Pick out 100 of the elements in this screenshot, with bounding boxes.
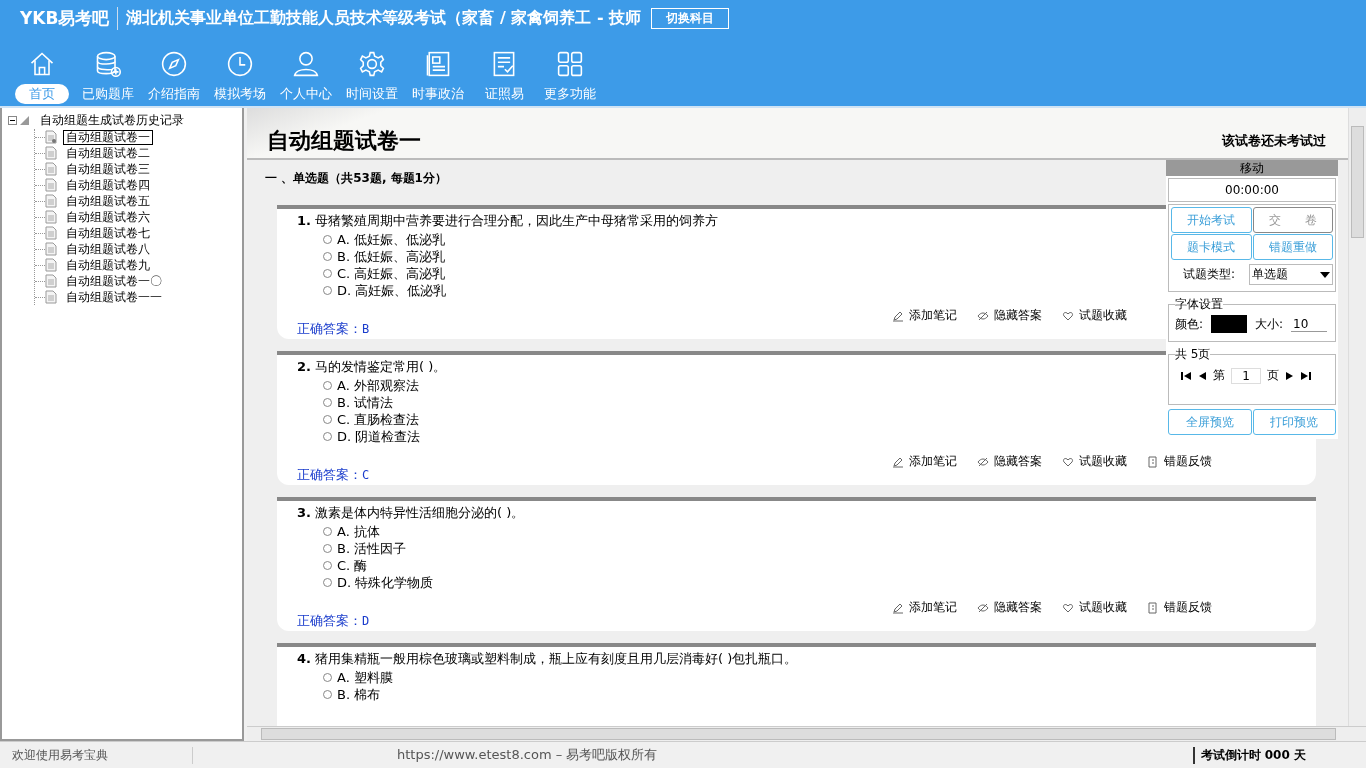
radio-button[interactable] xyxy=(323,269,332,278)
type-label: 试题类型: xyxy=(1183,266,1236,283)
option-label[interactable]: A. 塑料膜 xyxy=(337,668,393,687)
pencil-icon xyxy=(892,455,904,468)
clock-icon[interactable] xyxy=(226,50,254,78)
book-icon xyxy=(1147,601,1159,614)
action-link[interactable]: 添加笔记 xyxy=(909,307,957,324)
action-link[interactable]: 试题收藏 xyxy=(1079,453,1127,470)
pencil-icon xyxy=(892,601,904,614)
question-text: 4. 猪用集精瓶一般用棕色玻璃或塑料制成，瓶上应有刻度且用几层消毒好( )包扎瓶口。 xyxy=(297,650,798,668)
radio-button[interactable] xyxy=(323,398,332,407)
option-label[interactable]: C. 酶 xyxy=(337,556,368,575)
paper-status: 该试卷还未考试过 xyxy=(1222,132,1326,150)
action-link[interactable]: 隐藏答案 xyxy=(994,599,1042,616)
next-page-icon[interactable] xyxy=(1285,370,1295,381)
action-link[interactable]: 添加笔记 xyxy=(909,599,957,616)
correct-answer: 正确答案：B xyxy=(297,320,370,338)
collapse-toggle[interactable] xyxy=(8,116,17,125)
radio-button[interactable] xyxy=(323,544,332,553)
page-field[interactable]: 1 xyxy=(1231,367,1261,384)
tree-item[interactable]: 自动组题试卷八 xyxy=(63,241,153,257)
last-page-icon[interactable] xyxy=(1301,370,1311,381)
tree-item[interactable]: 自动组题试卷六 xyxy=(63,209,153,225)
grid-icon[interactable] xyxy=(556,50,584,78)
tree-item[interactable]: 自动组题试卷一 xyxy=(63,129,153,145)
move-handle[interactable]: 移动 xyxy=(1166,160,1338,176)
section-heading: 一 、单选题（共53题, 每题1分） xyxy=(265,170,447,187)
option-label[interactable]: D. 高妊娠、低泌乳 xyxy=(337,281,447,300)
action-link[interactable]: 错题反馈 xyxy=(1164,453,1212,470)
exam-title: 湖北机关事业单位工勤技能人员技术等级考试（家畜 / 家禽饲养工 - 技师 xyxy=(126,7,642,29)
news-icon[interactable] xyxy=(424,50,452,78)
option-label[interactable]: D. 阴道检查法 xyxy=(337,427,421,446)
tree-item[interactable]: 自动组题试卷三 xyxy=(63,161,153,177)
option-label[interactable]: B. 棉布 xyxy=(337,685,381,704)
tree-item[interactable]: 自动组题试卷一〇 xyxy=(63,273,165,289)
tree-item[interactable]: 自动组题试卷五 xyxy=(63,193,153,209)
option-label[interactable]: C. 直肠检查法 xyxy=(337,410,420,429)
radio-button[interactable] xyxy=(323,415,332,424)
radio-button[interactable] xyxy=(323,578,332,587)
radio-button[interactable] xyxy=(323,286,332,295)
option-label[interactable]: D. 特殊化学物质 xyxy=(337,573,434,592)
action-link[interactable]: 试题收藏 xyxy=(1079,307,1127,324)
option-label[interactable]: B. 活性因子 xyxy=(337,539,407,558)
compass-icon[interactable] xyxy=(160,50,188,78)
radio-button[interactable] xyxy=(323,561,332,570)
radio-button[interactable] xyxy=(323,381,332,390)
radio-button[interactable] xyxy=(323,252,332,261)
color-label: 颜色: xyxy=(1175,315,1204,333)
type-dropdown[interactable]: 单选题 xyxy=(1249,264,1333,285)
action-link[interactable]: 试题收藏 xyxy=(1079,599,1127,616)
person-icon[interactable] xyxy=(292,50,320,78)
tree-item[interactable]: 自动组题试卷四 xyxy=(63,177,153,193)
horizontal-scrollbar[interactable] xyxy=(247,726,1366,741)
tree-root-label[interactable]: 自动组题生成试卷历史记录 xyxy=(40,112,184,129)
option-label[interactable]: B. 低妊娠、高泌乳 xyxy=(337,247,446,266)
action-link[interactable]: 隐藏答案 xyxy=(994,453,1042,470)
page-prefix: 第 xyxy=(1213,367,1225,384)
book-icon xyxy=(1147,455,1159,468)
color-swatch[interactable] xyxy=(1211,315,1248,333)
radio-button[interactable] xyxy=(323,527,332,536)
triangle-icon xyxy=(20,116,29,125)
database-icon[interactable] xyxy=(94,50,122,78)
welcome-text: 欢迎使用易考宝典 xyxy=(0,746,193,764)
tree-item[interactable]: 自动组题试卷一一 xyxy=(63,289,165,305)
option-label[interactable]: B. 试情法 xyxy=(337,393,394,412)
previous-page-icon[interactable] xyxy=(1197,370,1207,381)
eye-icon xyxy=(977,309,989,322)
radio-button[interactable] xyxy=(323,673,332,682)
action-link[interactable]: 错题反馈 xyxy=(1164,599,1212,616)
home-icon[interactable] xyxy=(28,50,56,78)
question-text: 1. 母猪繁殖周期中营养要进行合理分配，因此生产中母猪常采用的饲养方 xyxy=(297,212,719,230)
radio-button[interactable] xyxy=(323,235,332,244)
caret-icon xyxy=(1320,271,1330,278)
option-label[interactable]: A. 低妊娠、低泌乳 xyxy=(337,230,445,249)
option-label[interactable]: A. 外部观察法 xyxy=(337,376,419,395)
vertical-scrollbar[interactable] xyxy=(1348,108,1366,727)
tree-item[interactable]: 自动组题试卷九 xyxy=(63,257,153,273)
countdown-text: 考试倒计时 000 天 xyxy=(1192,746,1306,764)
page-suffix: 页 xyxy=(1267,367,1279,384)
action-link[interactable]: 隐藏答案 xyxy=(994,307,1042,324)
question-text: 2. 马的发情鉴定常用( )。 xyxy=(297,358,447,376)
correct-answer: 正确答案：D xyxy=(297,612,370,630)
tree-item[interactable]: 自动组题试卷七 xyxy=(63,225,153,241)
option-label[interactable]: A. 抗体 xyxy=(337,522,380,541)
timer-display: 00:00:00 xyxy=(1168,178,1336,202)
gear-icon[interactable] xyxy=(358,50,386,78)
action-link[interactable]: 添加笔记 xyxy=(909,453,957,470)
heart-icon xyxy=(1062,601,1074,614)
heart-icon xyxy=(1062,455,1074,468)
first-page-icon[interactable] xyxy=(1181,370,1191,381)
option-label[interactable]: C. 高妊娠、高泌乳 xyxy=(337,264,446,283)
app-logo: YKB易考吧 xyxy=(20,6,119,30)
size-label: 大小: xyxy=(1255,315,1284,333)
radio-button[interactable] xyxy=(323,690,332,699)
font-settings-legend: 字体设置 xyxy=(1175,296,1223,313)
radio-button[interactable] xyxy=(323,432,332,441)
paper-title: 自动组题试卷一 xyxy=(267,127,421,155)
eye-icon xyxy=(977,455,989,468)
size-field[interactable]: 10 xyxy=(1291,316,1328,332)
tree-item[interactable]: 自动组题试卷二 xyxy=(63,145,153,161)
